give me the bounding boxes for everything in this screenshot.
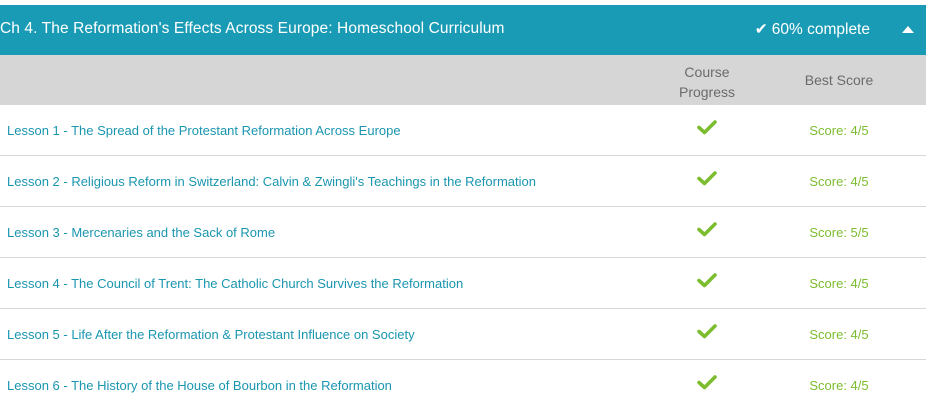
column-header-row: Course Progress Best Score xyxy=(0,55,926,105)
chapter-progress: ✔ 60% complete xyxy=(755,20,870,39)
progress-label: 60% complete xyxy=(771,21,870,38)
lesson-score: Score: 4/5 xyxy=(809,123,869,138)
check-icon: ✔ xyxy=(754,21,768,38)
best-score-header: Best Score xyxy=(804,72,874,88)
chapter-title[interactable]: Ch 4. The Reformation's Effects Across E… xyxy=(0,20,505,38)
completed-check-icon xyxy=(697,375,717,390)
lesson-link[interactable]: Lesson 2 - Religious Reform in Switzerla… xyxy=(7,174,536,189)
lesson-link[interactable]: Lesson 6 - The History of the House of B… xyxy=(7,378,392,393)
collapse-arrow-icon[interactable] xyxy=(902,26,914,33)
lesson-score: Score: 4/5 xyxy=(809,327,869,342)
course-progress-header-line2: Progress xyxy=(678,84,736,100)
lesson-link[interactable]: Lesson 5 - Life After the Reformation & … xyxy=(7,327,415,342)
lesson-row: Lesson 3 - Mercenaries and the Sack of R… xyxy=(0,207,926,258)
lesson-score: Score: 5/5 xyxy=(809,225,869,240)
completed-check-icon xyxy=(697,120,717,135)
lesson-row: Lesson 2 - Religious Reform in Switzerla… xyxy=(0,156,926,207)
course-progress-header-line1: Course xyxy=(684,64,730,80)
lesson-score: Score: 4/5 xyxy=(809,174,869,189)
lesson-row: Lesson 1 - The Spread of the Protestant … xyxy=(0,105,926,156)
completed-check-icon xyxy=(697,222,717,237)
lesson-link[interactable]: Lesson 3 - Mercenaries and the Sack of R… xyxy=(7,225,275,240)
lesson-link[interactable]: Lesson 1 - The Spread of the Protestant … xyxy=(7,123,401,138)
lesson-row: Lesson 4 - The Council of Trent: The Cat… xyxy=(0,258,926,309)
lesson-link[interactable]: Lesson 4 - The Council of Trent: The Cat… xyxy=(7,276,463,291)
chapter-header[interactable]: Ch 4. The Reformation's Effects Across E… xyxy=(0,5,926,55)
completed-check-icon xyxy=(697,324,717,339)
completed-check-icon xyxy=(697,171,717,186)
lesson-score: Score: 4/5 xyxy=(809,378,869,393)
lesson-list: Lesson 1 - The Spread of the Protestant … xyxy=(0,105,926,406)
lesson-row: Lesson 5 - Life After the Reformation & … xyxy=(0,309,926,360)
completed-check-icon xyxy=(697,273,717,288)
lesson-score: Score: 4/5 xyxy=(809,276,869,291)
chapter-panel: Ch 4. The Reformation's Effects Across E… xyxy=(0,0,926,406)
course-progress-header: Course Progress xyxy=(657,62,757,102)
lesson-row: Lesson 6 - The History of the House of B… xyxy=(0,360,926,406)
